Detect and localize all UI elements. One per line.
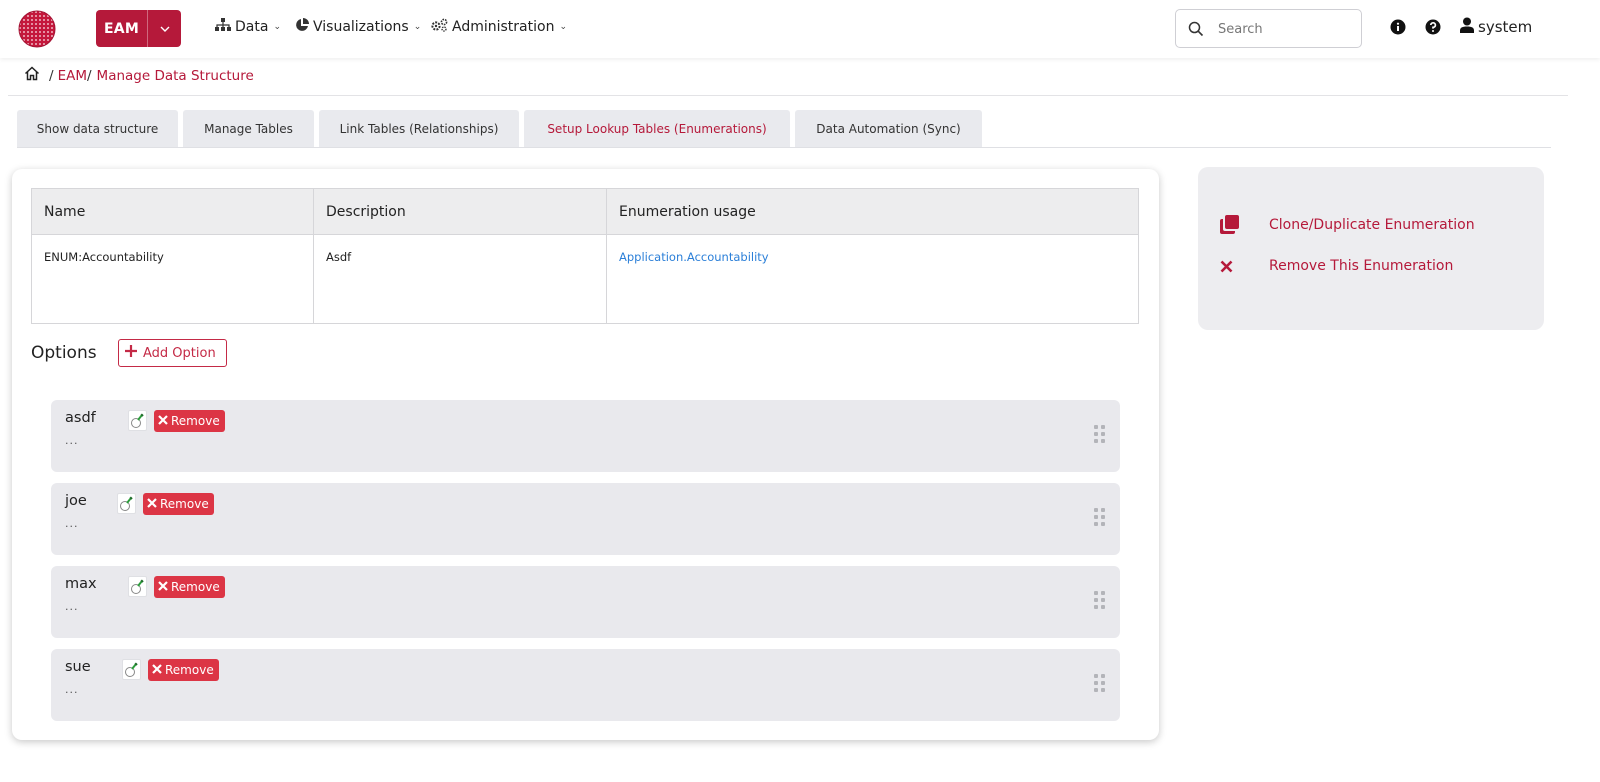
edit-icon[interactable] <box>117 493 136 514</box>
edit-icon[interactable] <box>122 659 141 680</box>
nav-menu-data[interactable]: Data ⌄ <box>215 18 281 36</box>
remove-option-button[interactable]: Remove <box>154 410 225 432</box>
actions-panel: Clone/Duplicate Enumeration Remove This … <box>1198 167 1544 330</box>
brand-logo-icon[interactable] <box>18 10 56 48</box>
enum-usage-link[interactable]: Application.Accountability <box>606 234 1139 324</box>
remove-enumeration-action[interactable]: Remove This Enumeration <box>1220 258 1453 274</box>
chart-pie-icon <box>295 18 309 36</box>
breadcrumb-link-eam[interactable]: EAM <box>58 68 87 84</box>
nav-menu-label: Data <box>235 19 269 35</box>
search-icon <box>1188 21 1204 37</box>
option-name: max <box>65 576 97 592</box>
tab-show-data-structure[interactable]: Show data structure <box>17 110 178 147</box>
remove-enumeration-label: Remove This Enumeration <box>1269 258 1454 274</box>
home-icon[interactable] <box>24 66 40 85</box>
tab-bar: Show data structure Manage Tables Link T… <box>17 110 982 147</box>
times-icon <box>1220 260 1269 273</box>
help-icon[interactable] <box>1425 19 1441 35</box>
nav-menu-label: Administration <box>452 19 555 35</box>
tab-link-tables[interactable]: Link Tables (Relationships) <box>319 110 519 147</box>
times-icon <box>158 414 168 428</box>
tab-setup-lookup-tables[interactable]: Setup Lookup Tables (Enumerations) <box>524 110 790 147</box>
sitemap-icon <box>215 18 231 36</box>
chevron-down-icon: ⌄ <box>559 22 567 32</box>
user-name: system <box>1478 18 1533 36</box>
tab-manage-tables[interactable]: Manage Tables <box>183 110 314 147</box>
times-icon <box>147 497 157 511</box>
search-input[interactable] <box>1218 19 1348 39</box>
table-row: ENUM:Accountability Asdf Application.Acc… <box>31 234 1139 324</box>
edit-icon[interactable] <box>128 576 147 597</box>
option-name: joe <box>65 493 87 509</box>
clone-icon <box>1220 215 1269 234</box>
breadcrumb-separator: / <box>49 67 54 84</box>
enum-description-cell: Asdf <box>313 234 607 324</box>
breadcrumb-separator: / <box>86 67 92 84</box>
times-icon <box>158 580 168 594</box>
option-item[interactable]: joe ... Remove <box>51 483 1120 555</box>
option-name: asdf <box>65 410 96 426</box>
remove-option-button[interactable]: Remove <box>143 493 214 515</box>
top-navbar: EAM Data ⌄ Visualizations ⌄ Administrati… <box>0 0 1600 58</box>
user-menu[interactable]: system <box>1460 17 1532 37</box>
option-description: ... <box>65 434 79 447</box>
add-option-label: Add Option <box>143 345 216 361</box>
remove-option-button[interactable]: Remove <box>148 659 219 681</box>
nav-menu-visualizations[interactable]: Visualizations ⌄ <box>295 18 421 36</box>
option-item[interactable]: asdf ... Remove <box>51 400 1120 472</box>
remove-option-button[interactable]: Remove <box>154 576 225 598</box>
drag-handle-icon[interactable] <box>1094 425 1106 443</box>
nav-menu-label: Visualizations <box>313 19 409 35</box>
option-description: ... <box>65 517 79 530</box>
remove-label: Remove <box>160 497 209 511</box>
remove-label: Remove <box>171 414 220 428</box>
divider <box>17 147 1551 148</box>
column-header-description: Description <box>313 188 607 235</box>
times-icon <box>152 663 162 677</box>
remove-label: Remove <box>171 580 220 594</box>
tab-data-automation[interactable]: Data Automation (Sync) <box>795 110 982 147</box>
drag-handle-icon[interactable] <box>1094 674 1106 692</box>
table-header-row: Name Description Enumeration usage <box>31 188 1139 235</box>
user-icon <box>1460 17 1474 37</box>
drag-handle-icon[interactable] <box>1094 508 1106 526</box>
enumeration-card: Name Description Enumeration usage ENUM:… <box>12 169 1159 740</box>
option-description: ... <box>65 600 79 613</box>
clone-enumeration-label: Clone/Duplicate Enumeration <box>1269 216 1475 233</box>
column-header-name: Name <box>31 188 314 235</box>
chevron-down-icon: ⌄ <box>273 22 281 32</box>
add-option-button[interactable]: Add Option <box>118 339 227 367</box>
divider <box>8 95 1568 96</box>
plus-icon <box>125 345 137 361</box>
option-item[interactable]: max ... Remove <box>51 566 1120 638</box>
chevron-down-icon: ⌄ <box>413 22 422 32</box>
app-switcher-label: EAM <box>104 20 139 37</box>
option-description: ... <box>65 683 79 696</box>
option-name: sue <box>65 659 91 675</box>
chevron-down-icon[interactable] <box>147 10 181 47</box>
cogs-icon <box>431 18 448 36</box>
column-header-usage: Enumeration usage <box>606 188 1139 235</box>
remove-label: Remove <box>165 663 214 677</box>
clone-enumeration-action[interactable]: Clone/Duplicate Enumeration <box>1220 215 1475 234</box>
info-icon[interactable] <box>1390 19 1406 35</box>
drag-handle-icon[interactable] <box>1094 591 1106 609</box>
enumeration-table: Name Description Enumeration usage ENUM:… <box>31 188 1139 324</box>
breadcrumb-current[interactable]: Manage Data Structure <box>97 68 254 84</box>
search-box <box>1175 9 1362 48</box>
options-heading: Options <box>31 343 97 363</box>
breadcrumb: / EAM / Manage Data Structure <box>24 66 254 85</box>
enum-name-cell: ENUM:Accountability <box>31 234 314 324</box>
edit-icon[interactable] <box>128 410 147 431</box>
nav-menu-administration[interactable]: Administration ⌄ <box>431 18 567 36</box>
option-item[interactable]: sue ... Remove <box>51 649 1120 721</box>
app-switcher-button[interactable]: EAM <box>96 10 181 47</box>
